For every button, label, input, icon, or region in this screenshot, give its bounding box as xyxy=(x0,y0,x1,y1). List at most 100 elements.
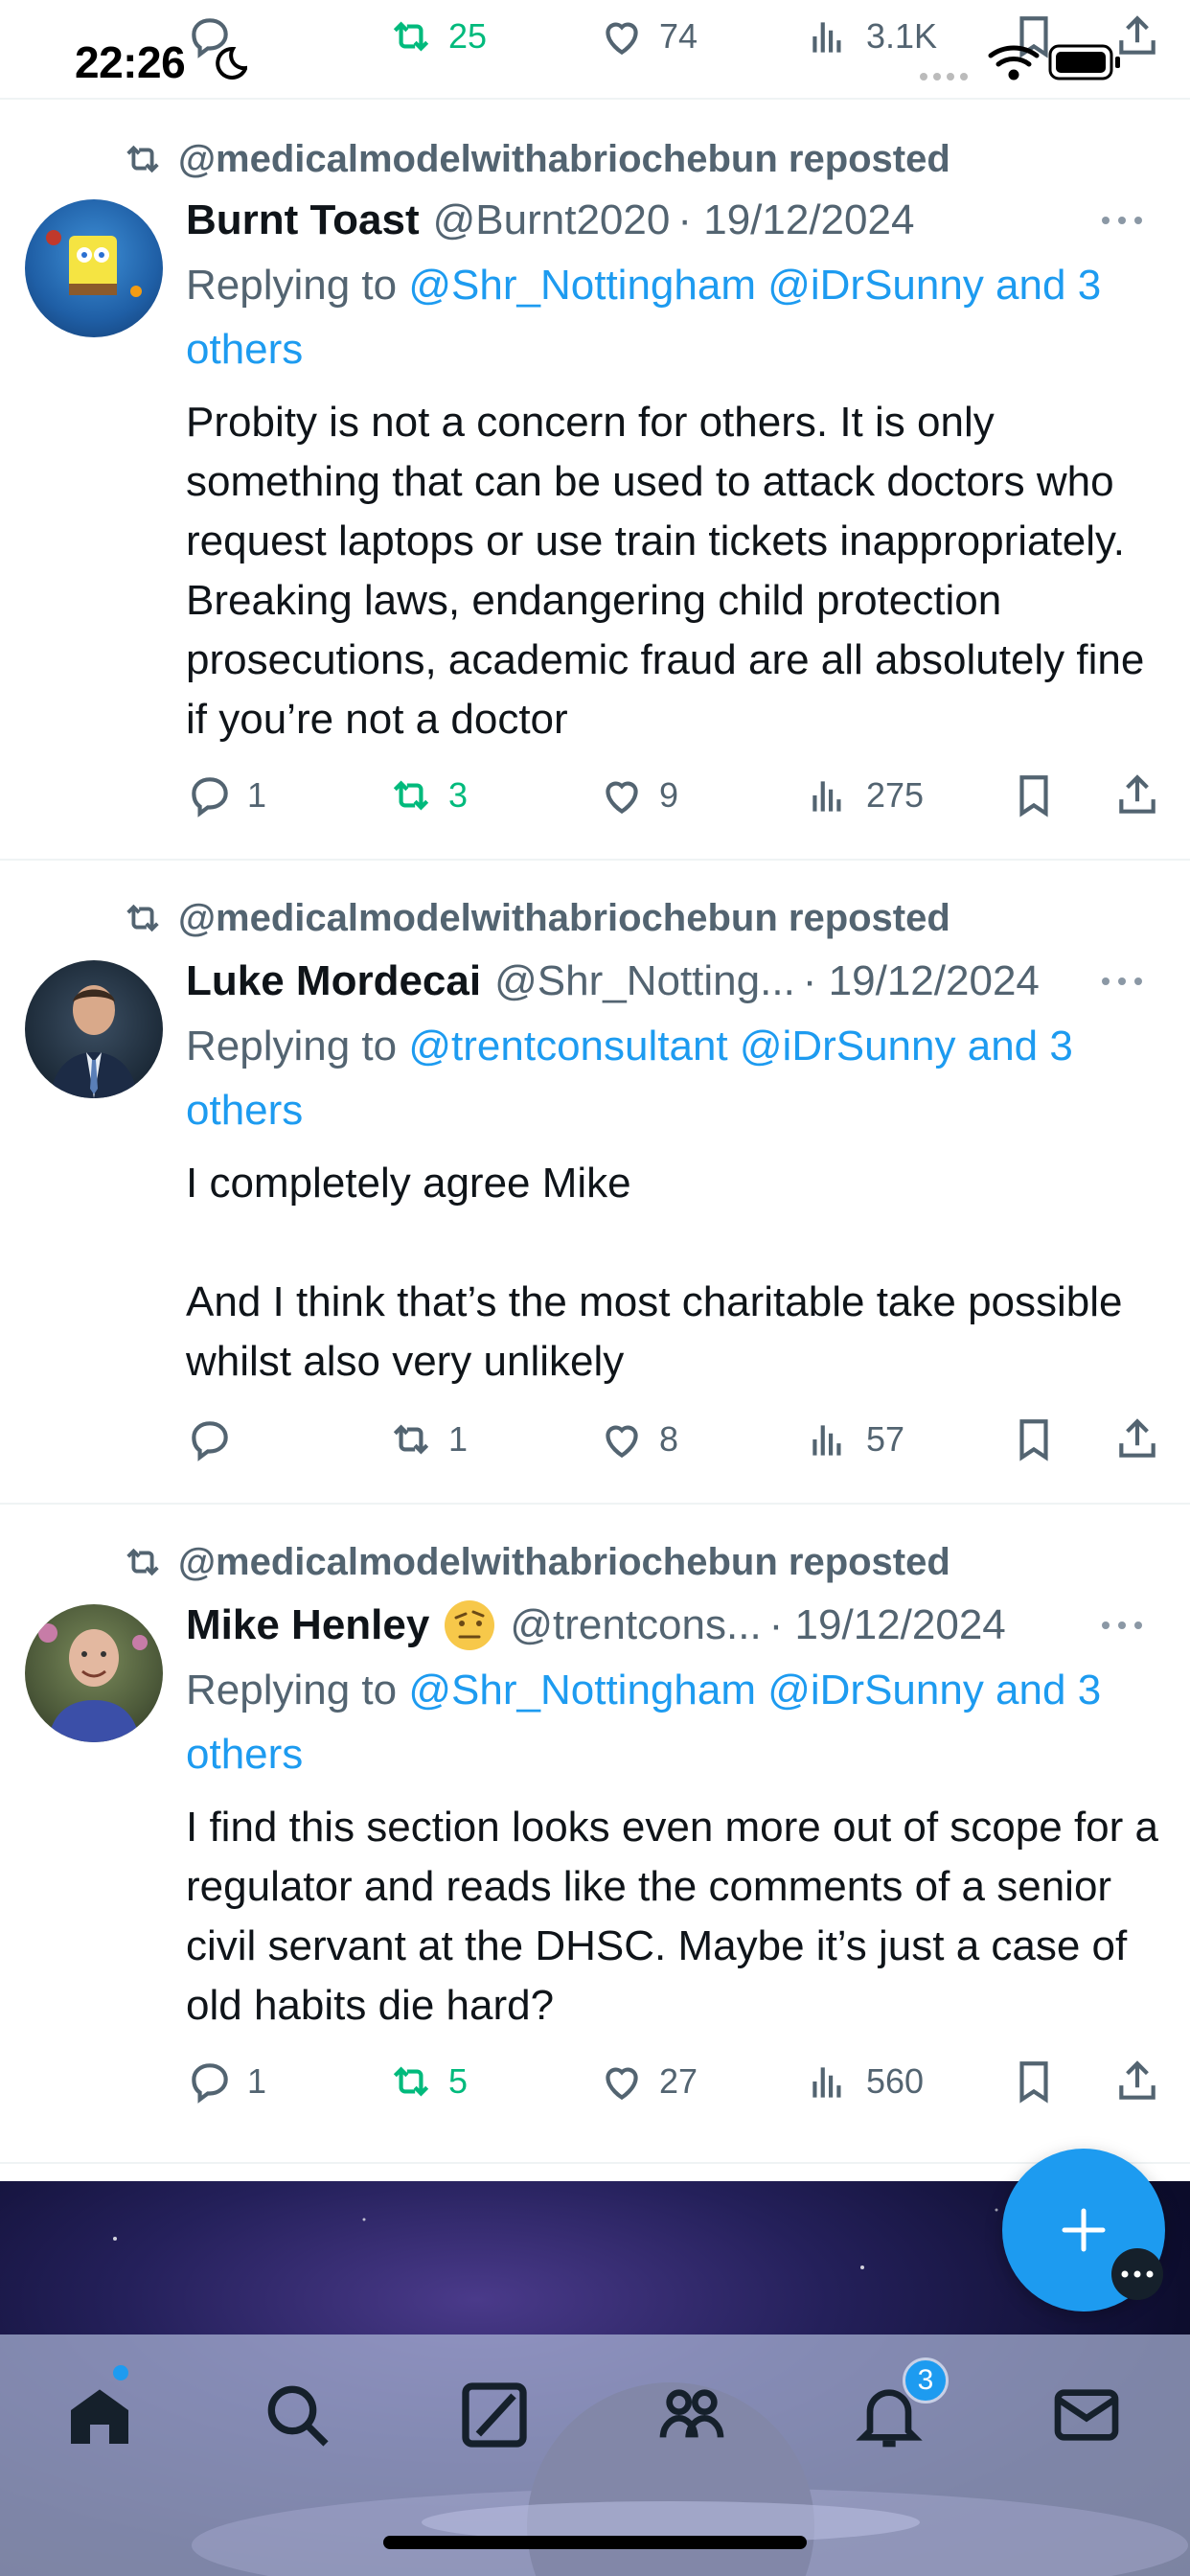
like-count: 74 xyxy=(659,16,698,56)
reposted-by: @medicalmodelwithabriochebun reposted xyxy=(178,1540,950,1583)
bookmark-icon xyxy=(1019,775,1048,817)
tweet-card[interactable]: @medicalmodelwithabriochebun reposted Mi… xyxy=(0,1505,1190,2164)
replying-prefix: Replying to xyxy=(186,262,409,309)
like-icon xyxy=(606,22,638,56)
more-options-icon[interactable] xyxy=(1100,215,1144,226)
tweet-date: · 19/12/2024 xyxy=(677,196,915,243)
retweet-icon xyxy=(393,21,429,52)
share-icon xyxy=(1119,2060,1156,2100)
tweet-card[interactable]: @medicalmodelwithabriochebun reposted Lu… xyxy=(0,861,1190,1505)
like-icon xyxy=(606,781,638,815)
share-icon xyxy=(1119,774,1156,814)
like-button[interactable]: 27 xyxy=(598,2053,698,2110)
share-button[interactable] xyxy=(1113,1411,1161,1468)
person-avatar-image xyxy=(50,985,138,1098)
spongebob-avatar-image xyxy=(46,230,142,297)
system-status-icons xyxy=(920,44,1120,80)
reposted-by: @medicalmodelwithabriochebun reposted xyxy=(178,896,950,939)
bookmark-button[interactable] xyxy=(1010,1411,1058,1468)
avatar[interactable] xyxy=(25,960,163,1098)
share-button[interactable] xyxy=(1113,767,1161,824)
search-icon[interactable] xyxy=(259,2377,335,2453)
like-count: 8 xyxy=(659,1419,679,1459)
bookmark-button[interactable] xyxy=(1010,767,1058,824)
tweet-date: · 19/12/2024 xyxy=(802,957,1040,1004)
user-handle[interactable]: @Burnt2020 xyxy=(433,196,671,244)
top-bar: 25 74 3.1K 22:26 xyxy=(0,0,1190,100)
views-count: 275 xyxy=(866,775,925,815)
bookmark-button[interactable] xyxy=(1010,2053,1058,2110)
reposted-by: @medicalmodelwithabriochebun reposted xyxy=(178,137,950,180)
retweet-icon xyxy=(126,904,159,932)
like-button[interactable]: 8 xyxy=(598,1411,678,1468)
replying-prefix: Replying to xyxy=(186,1023,409,1070)
retweet-count: 25 xyxy=(448,16,488,56)
retweet-icon xyxy=(126,1548,159,1576)
tweet-card[interactable]: @medicalmodelwithabriochebun reposted Bu… xyxy=(0,100,1190,861)
replying-to: Replying to @Shr_Nottingham @iDrSunny an… xyxy=(186,253,1161,381)
views-button[interactable]: 275 xyxy=(805,767,924,824)
tweet-text: I find this section looks even more out … xyxy=(186,1804,1171,2029)
like-count: 9 xyxy=(659,775,679,815)
reply-icon xyxy=(192,777,228,817)
bookmark-icon xyxy=(1019,1419,1048,1461)
user-handle[interactable]: @Shr_Notting... xyxy=(494,957,795,1005)
home-unread-dot xyxy=(113,2365,128,2380)
replying-to: Replying to @Shr_Nottingham @iDrSunny an… xyxy=(186,1658,1161,1786)
display-name[interactable]: Luke Mordecai xyxy=(186,957,481,1005)
reply-button[interactable]: 1 xyxy=(186,2053,266,2110)
person-avatar-image xyxy=(38,1623,148,1742)
reply-count: 1 xyxy=(247,2061,267,2101)
user-handle[interactable]: @trentcons... xyxy=(510,1601,761,1649)
like-button[interactable]: 9 xyxy=(598,767,678,824)
messages-icon[interactable] xyxy=(1048,2377,1125,2453)
views-button[interactable]: 57 xyxy=(805,1411,904,1468)
tweet-actions: 1 8 57 xyxy=(186,1411,1163,1468)
home-icon[interactable] xyxy=(61,2377,138,2453)
tweet-header: Luke Mordecai @Shr_Notting... · 19/12/20… xyxy=(186,953,1161,1010)
views-button[interactable]: 560 xyxy=(805,2053,924,2110)
retweet-icon xyxy=(393,2066,429,2097)
repost-indicator: @medicalmodelwithabriochebun reposted xyxy=(121,893,950,943)
retweet-button[interactable]: 3 xyxy=(387,767,468,824)
retweet-button[interactable]: 5 xyxy=(387,2053,468,2110)
compose-plus-icon xyxy=(1062,2208,1106,2252)
tweet-date: · 19/12/2024 xyxy=(768,1601,1006,1648)
cellular-signal-icon xyxy=(920,73,968,80)
reply-count: 1 xyxy=(247,775,267,815)
more-options-icon[interactable] xyxy=(1100,976,1144,987)
reply-icon xyxy=(192,1421,228,1461)
views-icon xyxy=(812,2067,841,2098)
tweet-actions: 1 3 9 275 xyxy=(186,767,1163,824)
views-count: 57 xyxy=(866,1419,905,1459)
retweet-count: 5 xyxy=(448,2061,469,2101)
like-icon xyxy=(606,2067,638,2101)
repost-indicator: @medicalmodelwithabriochebun reposted xyxy=(121,1537,950,1587)
retweet-icon xyxy=(126,145,159,173)
retweet-button[interactable]: 1 xyxy=(387,1411,468,1468)
avatar[interactable] xyxy=(25,1604,163,1742)
notifications-badge: 3 xyxy=(903,2358,949,2404)
reply-button[interactable]: 1 xyxy=(186,767,266,824)
share-button[interactable] xyxy=(1113,2053,1161,2110)
like-button[interactable]: 74 xyxy=(598,8,698,65)
display-name[interactable]: Burnt Toast xyxy=(186,196,420,244)
status-time: 22:26 xyxy=(75,37,186,87)
share-icon xyxy=(1119,1418,1156,1458)
avatar[interactable] xyxy=(25,199,163,337)
wifi-icon xyxy=(988,45,1040,80)
like-icon xyxy=(606,1425,638,1459)
repost-indicator: @medicalmodelwithabriochebun reposted xyxy=(121,134,950,184)
retweet-button[interactable]: 25 xyxy=(387,8,487,65)
communities-icon[interactable] xyxy=(653,2377,730,2453)
display-name[interactable]: Mike Henley xyxy=(186,1601,429,1649)
more-menu-button[interactable] xyxy=(1111,2248,1163,2300)
battery-icon xyxy=(1048,44,1120,80)
tweet-actions: 1 5 27 560 xyxy=(186,2053,1163,2110)
more-options-icon[interactable] xyxy=(1100,1620,1144,1631)
retweet-count: 1 xyxy=(448,1419,469,1459)
tweet-text: Probity is not a concern for others. It … xyxy=(186,399,1156,743)
reply-button[interactable] xyxy=(186,1411,247,1468)
raised-eyebrow-emoji-icon xyxy=(445,1600,495,1650)
grok-icon[interactable] xyxy=(456,2377,533,2453)
